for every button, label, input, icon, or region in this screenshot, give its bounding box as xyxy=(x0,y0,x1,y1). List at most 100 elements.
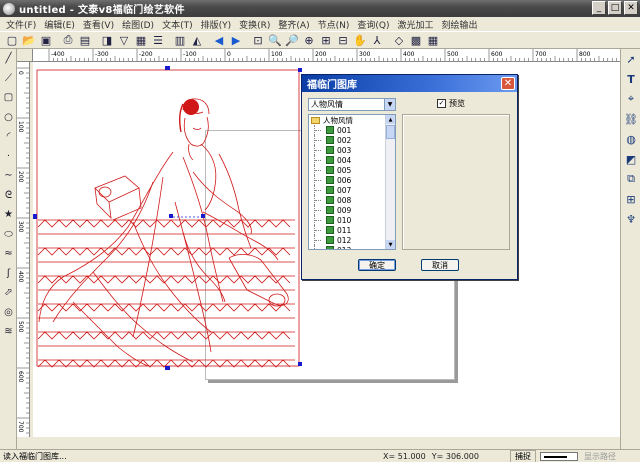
gallery-dialog: 福临门图库 ✕ 人物风情 ▼ ✓ 预览 人物风情 001 002 003 004… xyxy=(301,74,518,280)
curve-tool-icon[interactable]: ∼ xyxy=(0,166,17,186)
zoom-out-icon[interactable]: 🔎 xyxy=(284,32,300,48)
zoom-page-icon[interactable]: ⊞ xyxy=(318,32,334,48)
menu-text[interactable]: 文本(T) xyxy=(158,18,197,31)
arc-tool-icon[interactable]: ◜ xyxy=(0,127,17,147)
open-icon[interactable]: 📂 xyxy=(21,32,37,48)
group-icon[interactable]: ⊞ xyxy=(621,189,640,209)
transform-icon[interactable]: ⧉ xyxy=(621,169,640,189)
globe-icon[interactable]: ◍ xyxy=(621,129,640,149)
menu-layout[interactable]: 排版(Y) xyxy=(197,18,236,31)
grid-icon[interactable]: ▩ xyxy=(408,32,424,48)
target-tool-icon[interactable]: ◎ xyxy=(0,303,17,323)
dot-tool-icon[interactable]: · xyxy=(0,147,17,167)
tree-item[interactable]: 003 xyxy=(309,145,395,155)
ruler-label: 0 xyxy=(17,71,24,75)
menu-node[interactable]: 节点(N) xyxy=(314,18,354,31)
tree-scrollbar[interactable]: ▲ ▼ xyxy=(385,115,395,249)
menu-draw[interactable]: 绘图(D) xyxy=(118,18,158,31)
spiral-tool-icon[interactable]: ᘓ xyxy=(0,186,17,206)
tree-item[interactable]: 012 xyxy=(309,235,395,245)
node-icon[interactable]: ◇ xyxy=(391,32,407,48)
tree-item[interactable]: 011 xyxy=(309,225,395,235)
zoom-fit-icon[interactable]: ⊕ xyxy=(301,32,317,48)
image-icon xyxy=(326,166,334,174)
menu-laser[interactable]: 激光加工 xyxy=(393,18,437,31)
pattern-icon[interactable]: ▦ xyxy=(425,32,441,48)
pan-icon[interactable]: ✋ xyxy=(352,32,368,48)
menu-query[interactable]: 查询(Q) xyxy=(353,18,393,31)
undo-icon[interactable]: ◀ xyxy=(211,32,227,48)
scroll-down-icon[interactable]: ▼ xyxy=(386,240,395,249)
preview-check-box[interactable]: ✓ xyxy=(437,99,446,108)
rect-tool-icon[interactable]: ▢ xyxy=(0,88,17,108)
shape-tool-icon[interactable]: ⬭ xyxy=(0,225,17,245)
menu-transform[interactable]: 变换(R) xyxy=(235,18,274,31)
gallery-tree[interactable]: 人物风情 001 002 003 004 005 006 007 008 009… xyxy=(308,114,396,250)
tree-item[interactable]: 008 xyxy=(309,195,395,205)
close-button[interactable]: ✕ xyxy=(624,1,638,15)
zoom-in-icon[interactable]: 🔍 xyxy=(267,32,283,48)
import-icon[interactable]: ▤ xyxy=(77,32,93,48)
horizontal-ruler[interactable]: -400 -300 -200 -100 0 100 200 300 400 500 600 700 80… xyxy=(33,49,620,62)
tree-item[interactable]: 009 xyxy=(309,205,395,215)
link-icon[interactable]: ⛓ xyxy=(621,109,640,129)
image-icon xyxy=(326,146,334,154)
vertical-ruler[interactable]: 0 100 200 300 400 500 600 700 xyxy=(17,62,30,437)
display-path-toggle[interactable]: 显示路径 xyxy=(584,451,616,462)
node-edit-icon[interactable]: ⌖ xyxy=(621,89,640,109)
polyline-tool-icon[interactable]: ⟋ xyxy=(0,69,17,89)
minimize-button[interactable]: _ xyxy=(592,1,606,15)
tree-item[interactable]: 006 xyxy=(309,175,395,185)
fill-tool-icon[interactable]: ⬀ xyxy=(0,283,17,303)
zigzag-tool-icon[interactable]: ≋ xyxy=(0,322,17,342)
print-icon[interactable]: ⎙ xyxy=(60,32,76,48)
save-icon[interactable]: ▣ xyxy=(38,32,54,48)
preview-checkbox[interactable]: ✓ 预览 xyxy=(437,98,465,109)
text-tool-icon[interactable]: T xyxy=(621,69,640,89)
cup-icon[interactable]: ♆ xyxy=(621,209,640,229)
maximize-button[interactable]: □ xyxy=(608,1,622,15)
tree-item[interactable]: 005 xyxy=(309,165,395,175)
tree-item[interactable]: 004 xyxy=(309,155,395,165)
tree-item[interactable]: 013 xyxy=(309,245,395,249)
measure-icon[interactable]: ⅄ xyxy=(369,32,385,48)
gradient-icon[interactable]: ◩ xyxy=(621,149,640,169)
line-tool-icon[interactable]: ╱ xyxy=(0,49,17,69)
tree-root[interactable]: 人物风情 xyxy=(309,115,395,125)
zoom-box-icon[interactable]: ⊡ xyxy=(250,32,266,48)
cancel-button[interactable]: 取消 xyxy=(421,259,459,271)
tool-icon[interactable]: ▽ xyxy=(116,32,132,48)
stroke-width-select[interactable] xyxy=(539,451,578,461)
scroll-thumb[interactable] xyxy=(386,125,395,139)
scan-icon[interactable]: ▦ xyxy=(133,32,149,48)
category-select[interactable]: 人物风情 ▼ xyxy=(308,98,396,111)
menu-file[interactable]: 文件(F) xyxy=(2,18,40,31)
menu-cut-output[interactable]: 刻绘输出 xyxy=(437,18,481,31)
align-icon[interactable]: ☰ xyxy=(150,32,166,48)
tree-item[interactable]: 001 xyxy=(309,125,395,135)
star-tool-icon[interactable]: ★ xyxy=(0,205,17,225)
new-icon[interactable]: ▢ xyxy=(4,32,20,48)
zoom-all-icon[interactable]: ⊟ xyxy=(335,32,351,48)
export-icon[interactable]: ◨ xyxy=(99,32,115,48)
dialog-close-button[interactable]: ✕ xyxy=(501,77,515,90)
tree-item[interactable]: 010 xyxy=(309,215,395,225)
graph-icon[interactable]: ▥ xyxy=(172,32,188,48)
snap-button[interactable]: 捕捉 xyxy=(509,449,536,462)
scroll-up-icon[interactable]: ▲ xyxy=(386,115,395,124)
select-arrow-icon[interactable]: ➚ xyxy=(621,49,640,69)
wave-tool-icon[interactable]: ≈ xyxy=(0,244,17,264)
menu-arrange[interactable]: 整齐(A) xyxy=(274,18,313,31)
redo-icon[interactable]: ▶ xyxy=(228,32,244,48)
circle-tool-icon[interactable]: ○ xyxy=(0,108,17,128)
menu-edit[interactable]: 编辑(E) xyxy=(40,18,79,31)
tree-item[interactable]: 007 xyxy=(309,185,395,195)
image-icon xyxy=(326,246,334,249)
y-coordinate: Y= 306.000 xyxy=(429,452,482,461)
ok-button[interactable]: 确定 xyxy=(358,259,396,271)
chevron-down-icon[interactable]: ▼ xyxy=(384,99,395,110)
shape-icon[interactable]: ◭ xyxy=(189,32,205,48)
hook-tool-icon[interactable]: ʃ xyxy=(0,264,17,284)
menu-view[interactable]: 查看(V) xyxy=(79,18,118,31)
tree-item[interactable]: 002 xyxy=(309,135,395,145)
